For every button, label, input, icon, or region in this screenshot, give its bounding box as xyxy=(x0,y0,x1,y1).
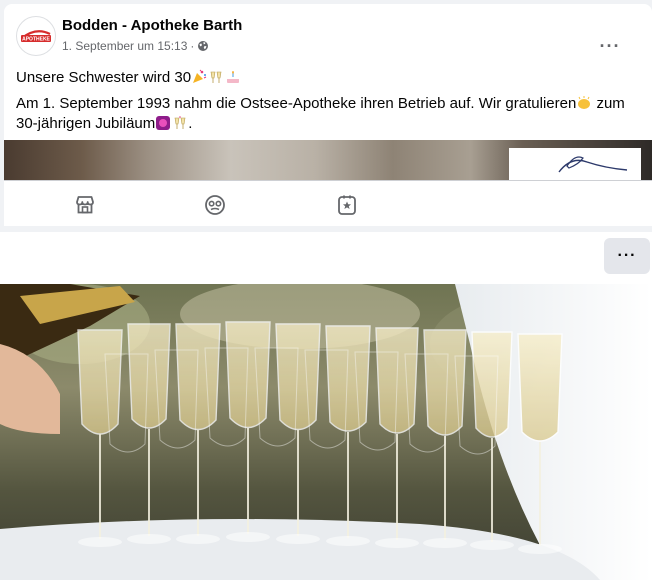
post-header: APOTHEKE Bodden - Apotheke Barth 1. Sept… xyxy=(16,16,636,58)
party-ball-icon xyxy=(156,116,171,130)
more-options-button[interactable]: ··· xyxy=(594,32,626,60)
globe-icon xyxy=(198,41,209,51)
birthday-cake-icon xyxy=(227,71,240,83)
clinking-glasses-icon-2 xyxy=(174,116,186,129)
post-text-4: . xyxy=(188,115,193,132)
strip-logo xyxy=(509,148,641,180)
star-page-icon[interactable] xyxy=(335,193,359,217)
clapping-hands-icon xyxy=(578,96,591,109)
action-bar xyxy=(4,180,652,226)
svg-text:APOTHEKE: APOTHEKE xyxy=(22,37,50,43)
apotheke-logo-icon: APOTHEKE xyxy=(18,18,54,54)
post-text: Unsere Schwester wird 30 Am 1. September… xyxy=(16,68,638,140)
champagne-glasses-image xyxy=(0,284,652,580)
meta-separator: · xyxy=(190,39,195,53)
face-icon[interactable] xyxy=(203,193,227,217)
post-meta: 1. September um 15:13 · xyxy=(62,38,209,54)
post-text-2: Am 1. September 1993 nahm die Ostsee-Apo… xyxy=(16,95,577,112)
post-text-line-1: Unsere Schwester wird 30 xyxy=(16,68,638,88)
more-options-button-2[interactable]: ··· xyxy=(604,238,650,274)
post-text-1: Unsere Schwester wird 30 xyxy=(16,69,192,86)
post-date[interactable]: 1. September um 15:13 xyxy=(62,38,187,54)
post-text-line-2: Am 1. September 1993 nahm die Ostsee-Apo… xyxy=(16,94,638,134)
champagne-photo[interactable] xyxy=(0,284,652,580)
shop-icon[interactable] xyxy=(73,193,97,217)
clinking-glasses-icon xyxy=(210,71,222,83)
avatar[interactable]: APOTHEKE xyxy=(16,16,56,56)
author-name[interactable]: Bodden - Apotheke Barth xyxy=(62,16,242,36)
post-image-preview[interactable] xyxy=(4,140,652,180)
bird-logo-icon xyxy=(558,156,628,173)
party-popper-icon xyxy=(193,69,207,83)
second-post-card: ··· xyxy=(0,232,652,580)
post-card: APOTHEKE Bodden - Apotheke Barth 1. Sept… xyxy=(4,4,652,226)
